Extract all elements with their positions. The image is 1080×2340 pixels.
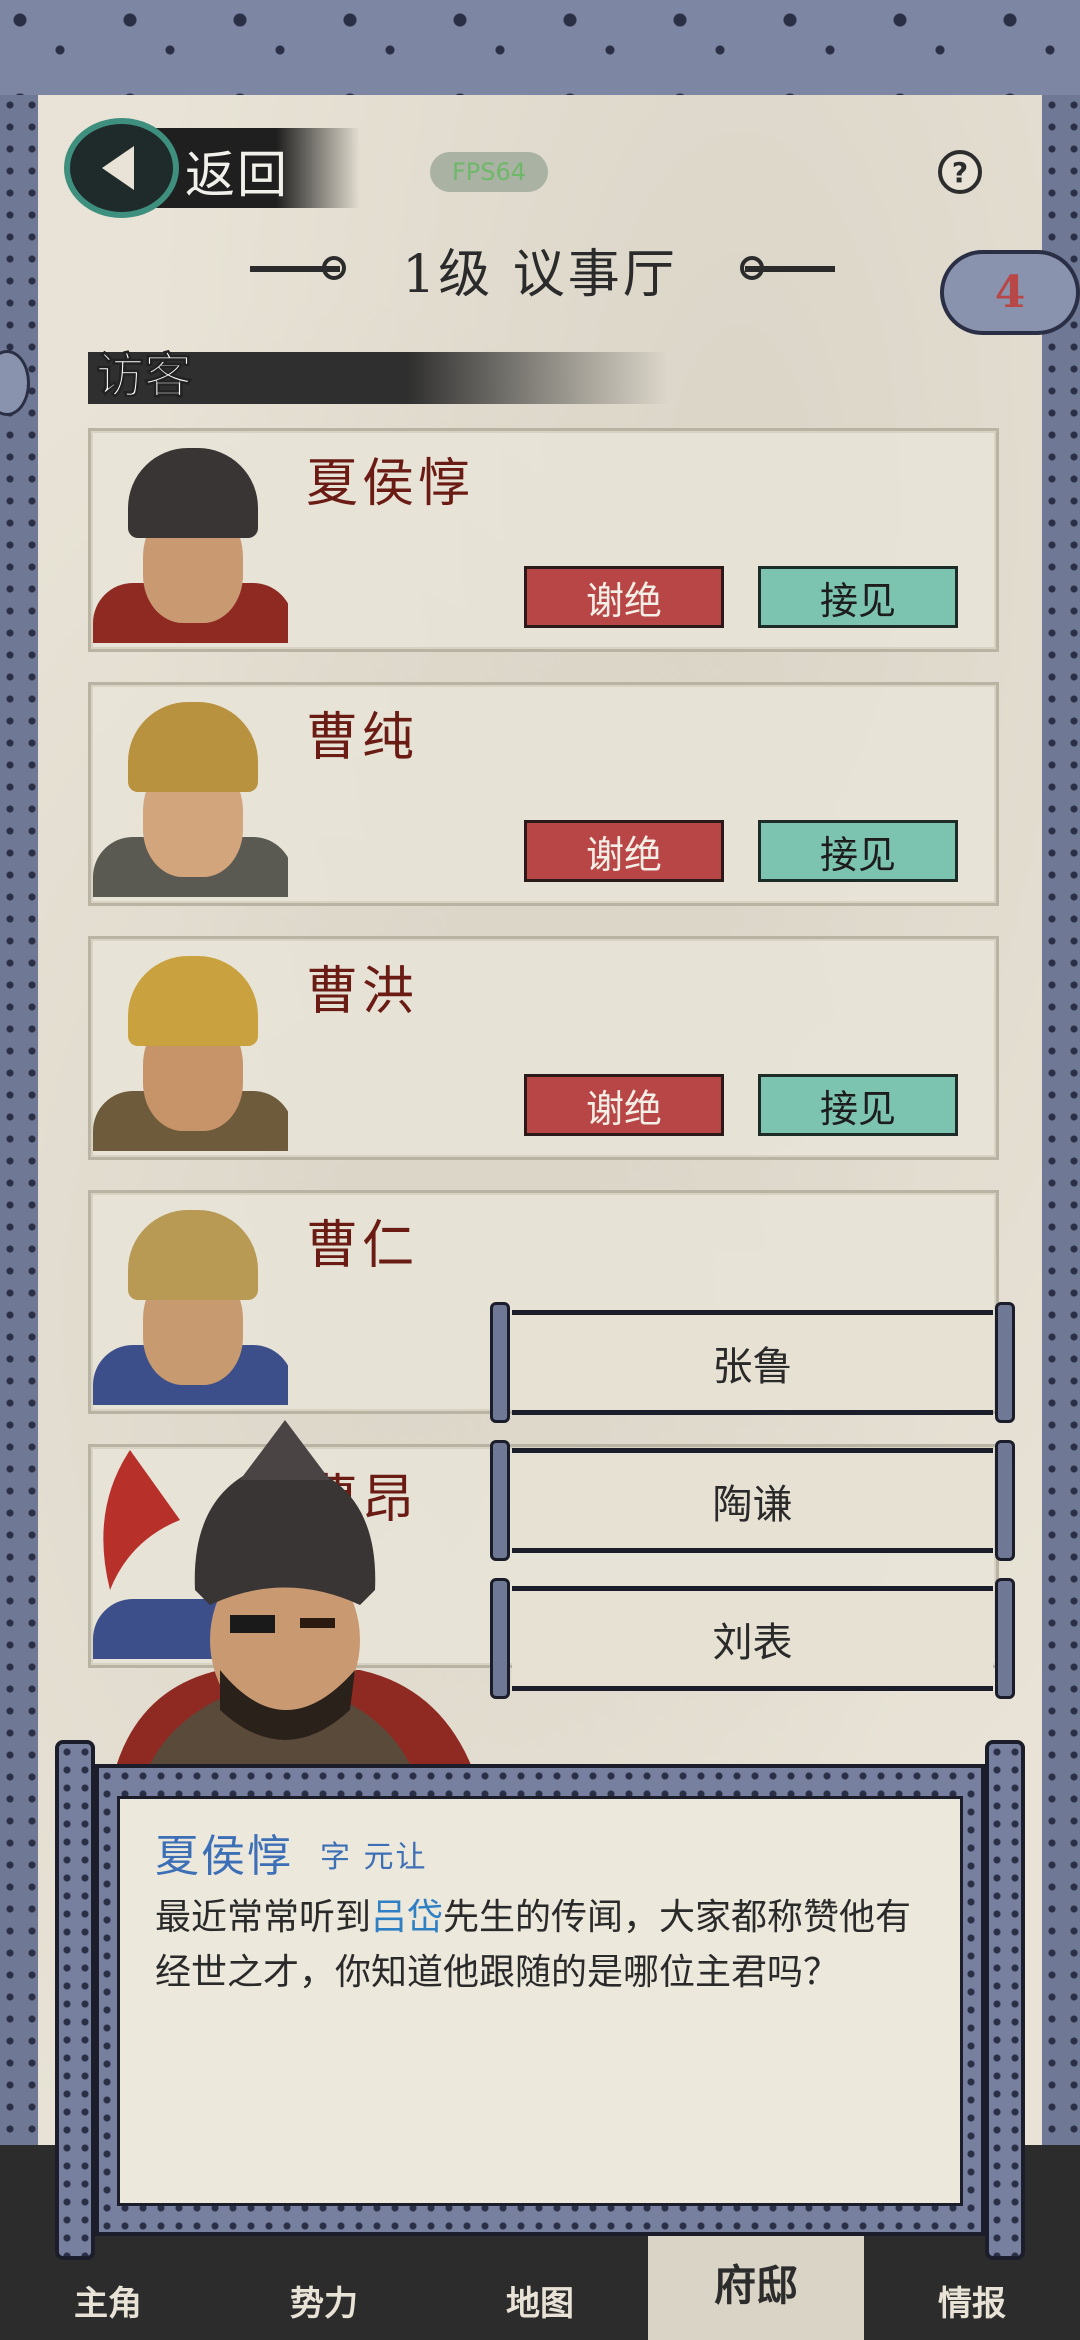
back-arrow-icon (101, 146, 134, 190)
answer-option-label: 刘表 (512, 1586, 993, 1691)
answer-option[interactable]: 张鲁 (490, 1302, 1015, 1423)
speaker-name: 夏侯惇 (155, 1831, 293, 1882)
visitor-card: 夏侯惇 谢绝 接见 (88, 428, 999, 652)
right-decorative-border (1042, 95, 1080, 2195)
back-button[interactable] (64, 118, 179, 218)
dialog-rod-left (55, 1740, 95, 2260)
scroll-rod-right (995, 1578, 1015, 1699)
speaker-portrait (103, 1420, 480, 1790)
fps-indicator: FPS64 (430, 152, 548, 192)
nav-tab-faction[interactable]: 势力 (216, 2260, 432, 2340)
accept-button[interactable]: 接见 (758, 566, 958, 628)
answer-option-label: 陶谦 (512, 1448, 993, 1553)
top-decorative-border (0, 0, 1080, 101)
nav-tab-intel[interactable]: 情报 (864, 2260, 1080, 2340)
cloud-badge[interactable]: 4 (940, 250, 1080, 335)
title-decoration-right (745, 266, 835, 272)
nav-tab-protagonist[interactable]: 主角 (0, 2260, 216, 2340)
scroll-rod-left (490, 1302, 510, 1423)
dialog-scroll: 夏侯惇 字 元让 最近常常听到吕岱先生的传闻，大家都称赞他有经世之才，你知道他跟… (55, 1740, 1025, 2260)
scroll-rod-left (490, 1578, 510, 1699)
dialog-rod-right (985, 1740, 1025, 2260)
visitor-portrait (93, 433, 288, 643)
scroll-rod-right (995, 1302, 1015, 1423)
accept-button[interactable]: 接见 (758, 820, 958, 882)
visitor-card: 曹纯 谢绝 接见 (88, 682, 999, 906)
decline-button[interactable]: 谢绝 (524, 1074, 724, 1136)
section-label-visitors: 访客 (95, 348, 193, 405)
decline-button[interactable]: 谢绝 (524, 820, 724, 882)
answer-option[interactable]: 陶谦 (490, 1440, 1015, 1561)
scroll-rod-left (490, 1440, 510, 1561)
visitor-name: 曹仁 (306, 1216, 419, 1276)
visitor-name: 夏侯惇 (306, 454, 475, 514)
accept-button[interactable]: 接见 (758, 1074, 958, 1136)
answer-option[interactable]: 刘表 (490, 1578, 1015, 1699)
speaker-courtesy-name: 字 元让 (320, 1840, 428, 1875)
scroll-rod-right (995, 1440, 1015, 1561)
answer-option-label: 张鲁 (512, 1310, 993, 1415)
visitor-portrait (93, 941, 288, 1151)
decline-button[interactable]: 谢绝 (524, 566, 724, 628)
back-label[interactable]: 返回 (185, 135, 289, 207)
help-icon[interactable]: ? (938, 150, 982, 194)
nav-tab-map[interactable]: 地图 (432, 2260, 648, 2340)
cloud-badge-count: 4 (994, 267, 1026, 318)
visitor-name: 曹洪 (306, 962, 419, 1022)
visitor-portrait (93, 687, 288, 897)
dialog-highlight-name: 吕岱 (371, 1897, 444, 1938)
visitor-portrait (93, 1195, 288, 1405)
dialog-text-part1: 最近常常听到 (155, 1897, 372, 1938)
page-title: 1级 议事厅 (402, 245, 678, 305)
visitor-name: 曹纯 (306, 708, 419, 768)
dialog-text: 最近常常听到吕岱先生的传闻，大家都称赞他有经世之才，你知道他跟随的是哪位主君吗？ (155, 1890, 935, 2000)
visitor-card: 曹洪 谢绝 接见 (88, 936, 999, 1160)
